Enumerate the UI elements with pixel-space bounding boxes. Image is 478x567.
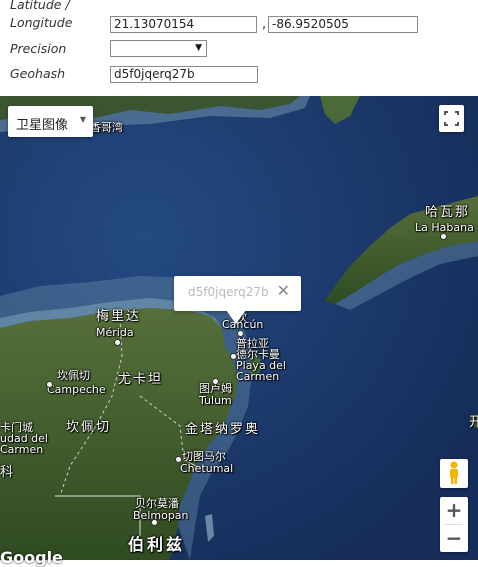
google-attribution-logo: Google xyxy=(0,548,63,567)
info-window-geohash: d5f0jqerq27b xyxy=(188,285,269,299)
place-campeche-en: Campeche xyxy=(47,383,106,396)
place-tulum-en: Tulum xyxy=(199,394,232,407)
chetumal-marker xyxy=(175,456,182,463)
place-belize-cn: 伯利兹 xyxy=(128,535,186,554)
dropdown-arrow-icon: ▼ xyxy=(195,43,202,53)
map-type-dropdown[interactable]: 卫星图像 ▼ xyxy=(8,106,93,137)
precision-select[interactable]: ▼ xyxy=(110,40,207,57)
close-icon[interactable]: ✕ xyxy=(277,282,290,300)
playa-marker xyxy=(230,353,237,360)
place-left-edge-cn: 科 xyxy=(0,465,16,480)
longitude-input[interactable]: -86.9520505 xyxy=(268,16,418,33)
place-yucatan-cn: 尤卡坦 xyxy=(118,372,164,387)
place-carmen-en2: Carmen xyxy=(0,443,44,456)
belmopan-marker xyxy=(151,519,158,526)
caret-down-icon: ▼ xyxy=(79,115,86,124)
map-type-label: 卫星图像 xyxy=(16,118,69,133)
place-right-edge-cn: 开 xyxy=(469,415,478,430)
latlng-label-line1: Latitude / xyxy=(10,0,70,12)
place-playa-en2: Carmen xyxy=(236,370,280,383)
pegman-icon xyxy=(450,461,458,484)
latitude-input[interactable]: 21.13070154 xyxy=(110,16,257,33)
place-belmopan-en: Belmopan xyxy=(133,509,189,522)
havana-marker xyxy=(440,233,447,240)
latlng-label-line2: Longitude xyxy=(10,15,73,30)
latlng-separator: , xyxy=(262,17,267,32)
zoom-control: + − xyxy=(440,497,468,552)
place-havana-cn: 哈瓦那 xyxy=(425,205,471,220)
street-view-pegman-button[interactable] xyxy=(440,459,468,488)
place-merida-en: Mérida xyxy=(96,326,134,339)
place-campeche-state-cn: 坎佩切 xyxy=(66,420,112,435)
zoom-out-button[interactable]: − xyxy=(440,525,468,552)
zoom-in-button[interactable]: + xyxy=(440,497,468,524)
info-window-pointer xyxy=(226,310,246,324)
precision-label: Precision xyxy=(10,41,67,56)
satellite-map[interactable]: 香哥湾 哈瓦那 La Habana 梅里达 Mérida 坎 Cancún 普拉… xyxy=(0,96,478,560)
tulum-marker xyxy=(212,378,219,385)
place-quintana-roo-cn: 金塔纳罗奥 xyxy=(185,422,261,437)
cancun-marker xyxy=(237,330,244,337)
geohash-input[interactable]: d5f0jqerq27b xyxy=(110,66,258,83)
campeche-marker xyxy=(46,381,53,388)
fullscreen-icon xyxy=(444,111,459,126)
info-window: d5f0jqerq27b ✕ xyxy=(174,276,301,311)
place-label-gulf: 香哥湾 xyxy=(90,121,123,134)
place-merida-cn: 梅里达 xyxy=(96,309,142,324)
fullscreen-button[interactable] xyxy=(439,105,464,132)
geohash-form: Latitude / Longitude 21.13070154 , -86.9… xyxy=(0,0,478,96)
place-campeche-cn: 坎佩切 xyxy=(57,369,90,382)
geohash-label: Geohash xyxy=(10,66,66,81)
merida-marker xyxy=(114,339,121,346)
place-chetumal-en: Chetumal xyxy=(180,462,234,475)
